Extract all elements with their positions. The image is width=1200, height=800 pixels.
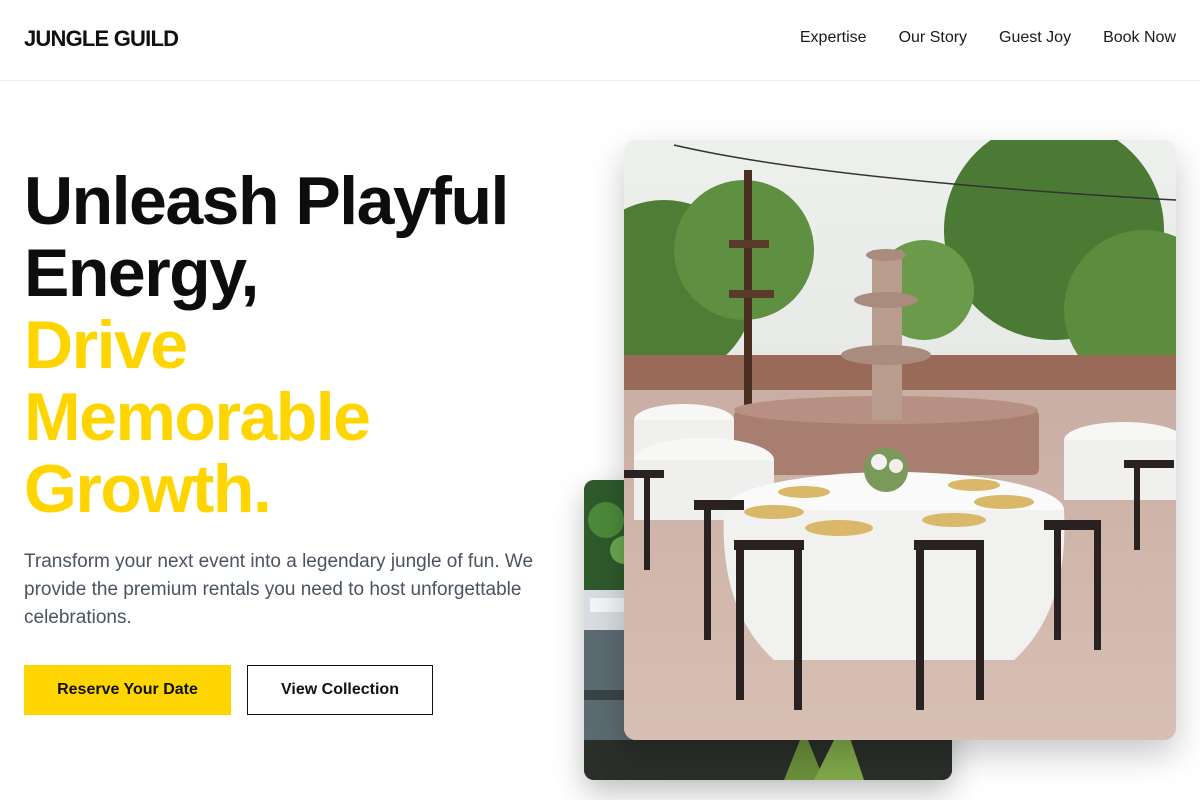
outdoor-banquet-photo — [624, 140, 1176, 740]
nav-link-expertise[interactable]: Expertise — [800, 29, 867, 47]
nav-links: Expertise Our Story Guest Joy Book Now — [800, 29, 1176, 47]
hero-headline: Unleash Playful Energy, Drive Memorable … — [24, 165, 604, 525]
headline-accent-line-3: Growth. — [24, 451, 272, 527]
view-collection-button[interactable]: View Collection — [247, 665, 433, 715]
navbar: JUNGLE GUILD Expertise Our Story Guest J… — [0, 0, 1200, 81]
nav-link-our-story[interactable]: Our Story — [899, 29, 967, 47]
hero-description: Transform your next event into a legenda… — [24, 551, 534, 628]
headline-line-2: Energy, — [24, 235, 259, 311]
headline-accent-line-2: Memorable — [24, 379, 371, 455]
headline-accent-line-1: Drive — [24, 307, 188, 383]
nav-link-guest-joy[interactable]: Guest Joy — [999, 29, 1071, 47]
brand-logo[interactable]: JUNGLE GUILD — [24, 26, 179, 52]
reserve-date-button[interactable]: Reserve Your Date — [24, 665, 231, 715]
nav-link-book-now[interactable]: Book Now — [1103, 29, 1176, 47]
headline-line-1: Unleash Playful — [24, 163, 509, 239]
